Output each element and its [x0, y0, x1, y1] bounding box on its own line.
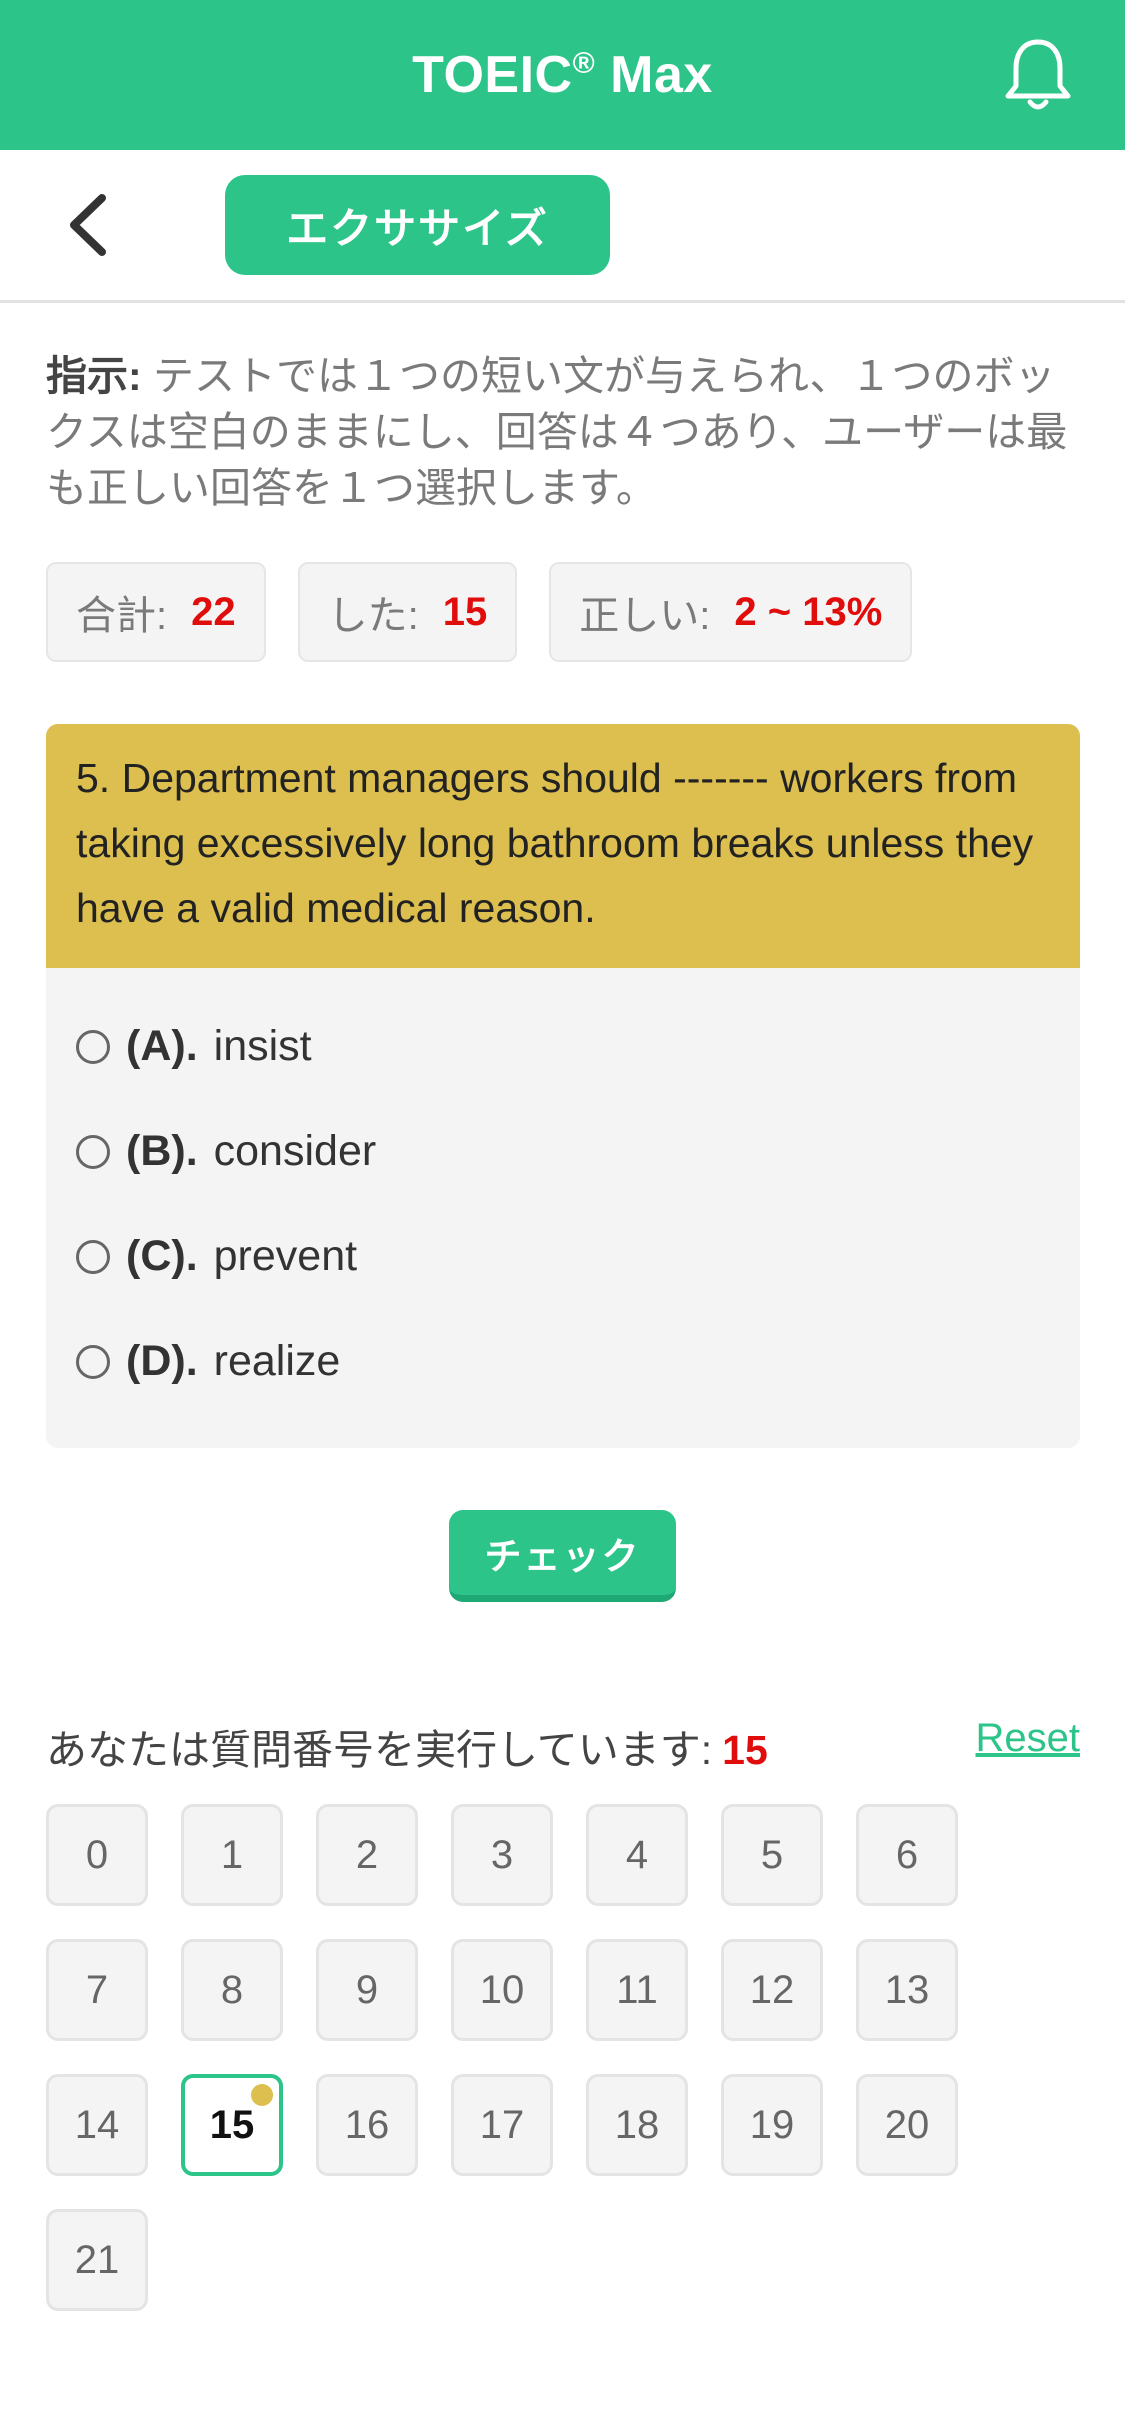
option-text: prevent	[213, 1232, 358, 1280]
instruction-body: テストでは１つの短い文が与えられ、１つのボックスは空白のままにし、回答は４つあり…	[46, 353, 1068, 511]
option-d[interactable]: (D). realize	[76, 1309, 1050, 1414]
question-number-button[interactable]: 5	[721, 1804, 823, 1906]
app-title-suffix: Max	[595, 46, 713, 104]
registered-mark: ®	[572, 47, 596, 80]
radio-button[interactable]	[76, 1134, 110, 1169]
option-letter: (D).	[126, 1337, 198, 1385]
question-number-button[interactable]: 14	[46, 2074, 148, 2176]
stats-row: 合計: 22 した: 15 正しい: 2 ~ 13%	[46, 562, 913, 662]
progress-current-number: 15	[722, 1727, 768, 1773]
option-letter: (A).	[126, 1022, 198, 1070]
question-card: 5. Department managers should ------- wo…	[46, 724, 1080, 1448]
question-number-button[interactable]: 11	[586, 1939, 688, 2041]
sub-navigation: エクササイズ	[0, 150, 1125, 303]
question-number-button[interactable]: 10	[451, 1939, 553, 2041]
radio-button[interactable]	[76, 1029, 110, 1064]
option-text: insist	[213, 1022, 312, 1070]
stat-done-value: 15	[442, 589, 488, 634]
instruction-label: 指示:	[46, 353, 142, 399]
radio-button[interactable]	[76, 1239, 110, 1274]
app-bar: TOEIC® Max	[0, 0, 1125, 150]
option-letter: (B).	[126, 1127, 198, 1175]
answer-options: (A). insist (B). consider (C). prevent (…	[46, 968, 1080, 1414]
stat-total-value: 22	[191, 589, 236, 634]
question-number-button[interactable]: 6	[856, 1804, 958, 1906]
question-text: 5. Department managers should ------- wo…	[46, 724, 1080, 968]
stat-total: 合計: 22	[46, 562, 266, 662]
tab-exercise[interactable]: エクササイズ	[225, 175, 610, 275]
current-indicator-dot	[251, 2084, 273, 2106]
option-text: realize	[213, 1337, 341, 1385]
question-number-button[interactable]: 3	[451, 1804, 553, 1906]
option-text: consider	[213, 1127, 377, 1175]
bell-icon[interactable]	[1003, 36, 1073, 112]
instruction-text: 指示: テストでは１つの短い文が与えられ、１つのボックスは空白のままにし、回答は…	[46, 348, 1076, 516]
option-letter: (C).	[126, 1232, 198, 1280]
stat-done: した: 15	[297, 562, 518, 662]
question-number-button[interactable]: 13	[856, 1939, 958, 2041]
option-a[interactable]: (A). insist	[76, 994, 1050, 1099]
app-title-text: TOEIC	[412, 46, 573, 104]
question-number-button[interactable]: 2	[316, 1804, 418, 1906]
app-title: TOEIC® Max	[412, 45, 713, 105]
question-number-button[interactable]: 21	[46, 2209, 148, 2311]
question-number-button[interactable]: 4	[586, 1804, 688, 1906]
stat-correct: 正しい: 2 ~ 13%	[549, 562, 913, 662]
question-number-button[interactable]: 8	[181, 1939, 283, 2041]
question-number-button[interactable]: 1	[181, 1804, 283, 1906]
stat-correct-value: 2 ~ 13%	[734, 589, 883, 634]
check-button[interactable]: チェック	[449, 1510, 676, 1602]
question-number-button[interactable]: 7	[46, 1939, 148, 2041]
question-number-button[interactable]: 19	[721, 2074, 823, 2176]
progress-label: あなたは質問番号を実行しています:	[46, 1727, 713, 1773]
back-arrow-icon[interactable]	[60, 190, 120, 260]
question-number-button[interactable]: 12	[721, 1939, 823, 2041]
option-c[interactable]: (C). prevent	[76, 1204, 1050, 1309]
option-b[interactable]: (B). consider	[76, 1099, 1050, 1204]
question-number-button[interactable]: 18	[586, 2074, 688, 2176]
radio-button[interactable]	[76, 1344, 110, 1379]
reset-link[interactable]: Reset	[976, 1716, 1081, 1761]
question-number-button[interactable]: 16	[316, 2074, 418, 2176]
stat-correct-label: 正しい:	[579, 594, 711, 638]
stat-total-label: 合計:	[76, 594, 168, 638]
question-number-button[interactable]: 15	[181, 2074, 283, 2176]
question-number-button[interactable]: 17	[451, 2074, 553, 2176]
stat-done-label: した:	[327, 594, 419, 638]
question-number-button[interactable]: 20	[856, 2074, 958, 2176]
question-number-button[interactable]: 0	[46, 1804, 148, 1906]
progress-row: あなたは質問番号を実行しています: 15 Reset	[46, 1716, 1080, 1776]
question-number-button[interactable]: 9	[316, 1939, 418, 2041]
